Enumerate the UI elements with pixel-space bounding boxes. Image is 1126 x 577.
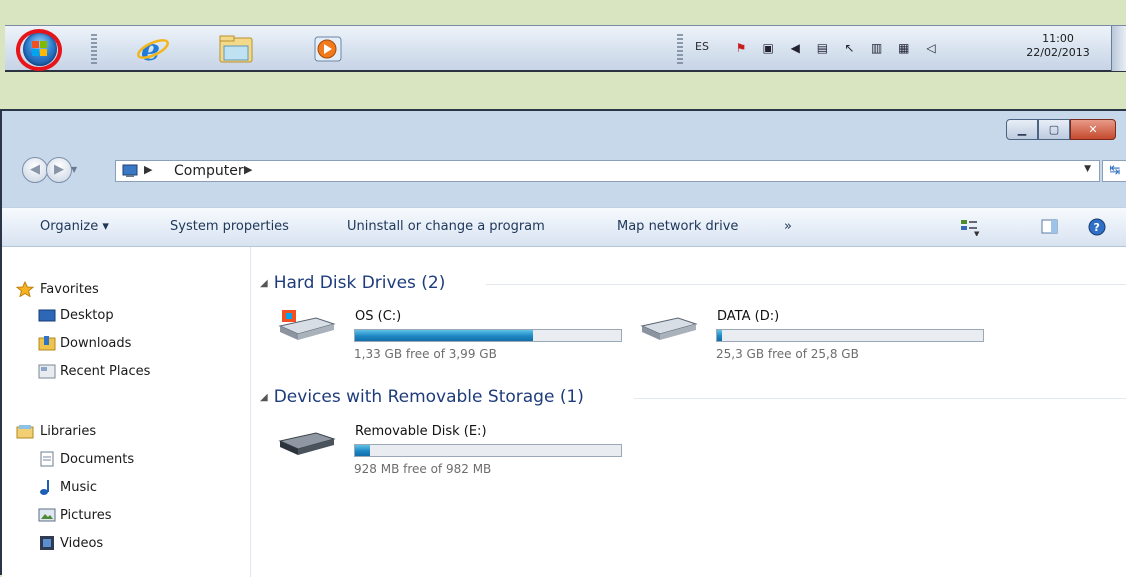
- refresh-button[interactable]: ↹: [1102, 160, 1126, 182]
- show-desktop-button[interactable]: [1111, 26, 1126, 71]
- windows-explorer-icon[interactable]: [218, 32, 254, 66]
- network-icon[interactable]: ▤: [814, 40, 830, 56]
- nav-music[interactable]: Music: [60, 480, 97, 495]
- content-area: Favorites Desktop Downloads Recent Place…: [2, 247, 1126, 577]
- display-icon[interactable]: ▥: [869, 40, 885, 56]
- change-view-icon[interactable]: ▼: [960, 218, 980, 236]
- drive-c-usage-fill: [355, 330, 534, 341]
- system-tray: ⚑ ▣ ◀ ▤ ↖ ▥ ▦ ◁: [733, 40, 946, 56]
- drive-d-usage-bar: [716, 329, 984, 342]
- desktop-icon: [38, 309, 56, 322]
- nav-favorites[interactable]: Favorites: [40, 282, 99, 297]
- drive-d-free-space: 25,3 GB free of 25,8 GB: [716, 347, 859, 361]
- breadcrumb-separator-icon[interactable]: ▶: [144, 163, 152, 176]
- os-drive-icon[interactable]: [276, 304, 338, 344]
- nav-downloads[interactable]: Downloads: [60, 336, 131, 351]
- system-properties-button[interactable]: System properties: [170, 219, 289, 234]
- svg-text:▼: ▼: [974, 230, 980, 236]
- mouse-icon[interactable]: ↖: [842, 40, 858, 56]
- taskbar: e ES ⚑ ▣ ◀ ▤ ↖ ▥ ▦ ◁ 11:00 22/02/2013: [5, 25, 1126, 72]
- breadcrumb-separator-icon[interactable]: ▶: [244, 163, 252, 176]
- media-player-icon[interactable]: [310, 32, 346, 66]
- removable-drive-icon[interactable]: [276, 419, 338, 459]
- more-commands-button[interactable]: »: [784, 219, 792, 234]
- downloads-icon: [38, 336, 56, 351]
- recent-pages-dropdown[interactable]: ▼: [71, 165, 77, 174]
- clock-time: 11:00: [1042, 32, 1074, 45]
- clock-date: 22/02/2013: [1026, 46, 1090, 59]
- drive-c-usage-bar: [354, 329, 622, 342]
- map-network-drive-button[interactable]: Map network drive: [617, 219, 738, 234]
- nav-documents[interactable]: Documents: [60, 452, 134, 467]
- group-removable-storage[interactable]: ◢ Devices with Removable Storage (1): [260, 387, 584, 407]
- minimize-button[interactable]: ▁: [1006, 119, 1038, 140]
- collapse-arrow-icon[interactable]: ◢: [260, 392, 268, 403]
- drive-d-name[interactable]: DATA (D:): [717, 309, 779, 324]
- drive-c-name[interactable]: OS (C:): [355, 309, 401, 324]
- nav-recent-places[interactable]: Recent Places: [60, 364, 150, 379]
- volume-icon[interactable]: ◁: [923, 40, 939, 56]
- address-bar[interactable]: ▶ Computer ▶ ▼: [115, 160, 1100, 182]
- libraries-icon: [16, 425, 34, 439]
- pictures-icon: [38, 508, 56, 522]
- uninstall-program-button[interactable]: Uninstall or change a program: [347, 219, 545, 234]
- breadcrumb-computer[interactable]: Computer: [174, 163, 244, 179]
- group-divider: [486, 284, 1126, 285]
- computer-icon: [122, 164, 138, 177]
- favorites-star-icon: [16, 281, 34, 297]
- svg-text:e: e: [141, 33, 160, 66]
- language-indicator[interactable]: ES: [695, 40, 709, 53]
- power-icon[interactable]: ▦: [896, 40, 912, 56]
- collapse-arrow-icon[interactable]: ◢: [260, 278, 268, 289]
- preview-pane-icon[interactable]: [1040, 218, 1060, 236]
- nav-videos[interactable]: Videos: [60, 536, 103, 551]
- svg-text:?: ?: [1094, 221, 1100, 234]
- address-dropdown-icon[interactable]: ▼: [1084, 164, 1091, 174]
- tray-grip[interactable]: [677, 34, 683, 64]
- back-button[interactable]: ◀: [22, 157, 48, 183]
- drive-e-free-space: 928 MB free of 982 MB: [354, 462, 492, 476]
- command-bar: Organize ▾ System properties Uninstall o…: [2, 207, 1126, 247]
- nav-pictures[interactable]: Pictures: [60, 508, 111, 523]
- close-button[interactable]: ✕: [1070, 119, 1116, 140]
- drive-e-usage-fill: [355, 445, 370, 456]
- drive-d-usage-fill: [717, 330, 723, 341]
- documents-icon: [40, 451, 54, 467]
- taskbar-grip[interactable]: [91, 34, 97, 64]
- maximize-button[interactable]: ▢: [1038, 119, 1070, 140]
- group-divider: [634, 398, 1126, 399]
- group-hard-disk-drives[interactable]: ◢ Hard Disk Drives (2): [260, 273, 445, 293]
- explorer-window: ▁ ▢ ✕ ◀ ▶ ▼ ▶ Computer ▶ ▼ ↹ Organize ▾ …: [0, 109, 1126, 577]
- group-hard-disk-drives-label: Hard Disk Drives (2): [273, 273, 446, 293]
- clock[interactable]: 11:00 22/02/2013: [1019, 32, 1097, 60]
- navigation-pane: Favorites Desktop Downloads Recent Place…: [2, 247, 251, 577]
- internet-explorer-icon[interactable]: e: [135, 32, 171, 68]
- nav-desktop[interactable]: Desktop: [60, 308, 114, 323]
- music-icon: [40, 480, 49, 495]
- drive-e-name[interactable]: Removable Disk (E:): [355, 424, 487, 439]
- speaker-icon[interactable]: ◀: [787, 40, 803, 56]
- navigation-bar: ◀ ▶ ▼ ▶ Computer ▶ ▼ ↹: [2, 153, 1126, 187]
- organize-button[interactable]: Organize ▾: [40, 219, 109, 234]
- action-center-flag-icon[interactable]: ⚑: [733, 40, 749, 56]
- videos-icon: [40, 536, 54, 550]
- nav-libraries[interactable]: Libraries: [40, 424, 96, 439]
- monitor-icon[interactable]: ▣: [760, 40, 776, 56]
- start-highlight-circle: [16, 29, 62, 71]
- group-removable-storage-label: Devices with Removable Storage (1): [273, 387, 584, 407]
- data-drive-icon[interactable]: [638, 304, 700, 344]
- drive-c-free-space: 1,33 GB free of 3,99 GB: [354, 347, 497, 361]
- caption-buttons: ▁ ▢ ✕: [1006, 119, 1116, 141]
- help-icon[interactable]: ?: [1087, 218, 1107, 236]
- recent-places-icon: [38, 364, 56, 379]
- drive-e-usage-bar: [354, 444, 622, 457]
- forward-button[interactable]: ▶: [46, 157, 72, 183]
